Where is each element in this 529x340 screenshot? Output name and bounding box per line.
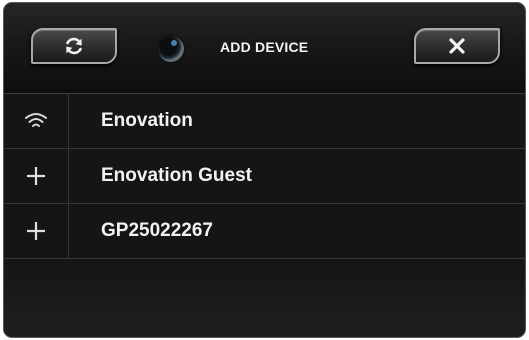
header-bar: ADD DEVICE — [4, 3, 525, 94]
network-row-enovation-guest[interactable]: Enovation Guest — [4, 149, 525, 204]
network-name: Enovation — [101, 110, 193, 131]
wifi-icon — [25, 113, 47, 127]
network-name: GP25022267 — [101, 220, 213, 241]
add-device-window: ADD DEVICE Enovation Enovation Guest GP2… — [3, 2, 526, 338]
status-orb-icon — [158, 36, 184, 62]
icon-cell — [4, 94, 69, 148]
icon-cell — [4, 149, 69, 203]
network-row-enovation[interactable]: Enovation — [4, 94, 525, 149]
close-button[interactable] — [414, 28, 500, 64]
plus-icon — [27, 222, 45, 240]
refresh-button[interactable] — [31, 28, 117, 64]
network-name: Enovation Guest — [101, 165, 252, 186]
icon-cell — [4, 204, 69, 258]
refresh-icon — [66, 37, 82, 55]
footer-area — [4, 257, 525, 337]
network-list: Enovation Enovation Guest GP25022267 — [4, 94, 525, 259]
plus-icon — [27, 167, 45, 185]
page-title: ADD DEVICE — [220, 39, 309, 55]
network-row-gp25022267[interactable]: GP25022267 — [4, 204, 525, 259]
close-icon — [449, 38, 465, 54]
